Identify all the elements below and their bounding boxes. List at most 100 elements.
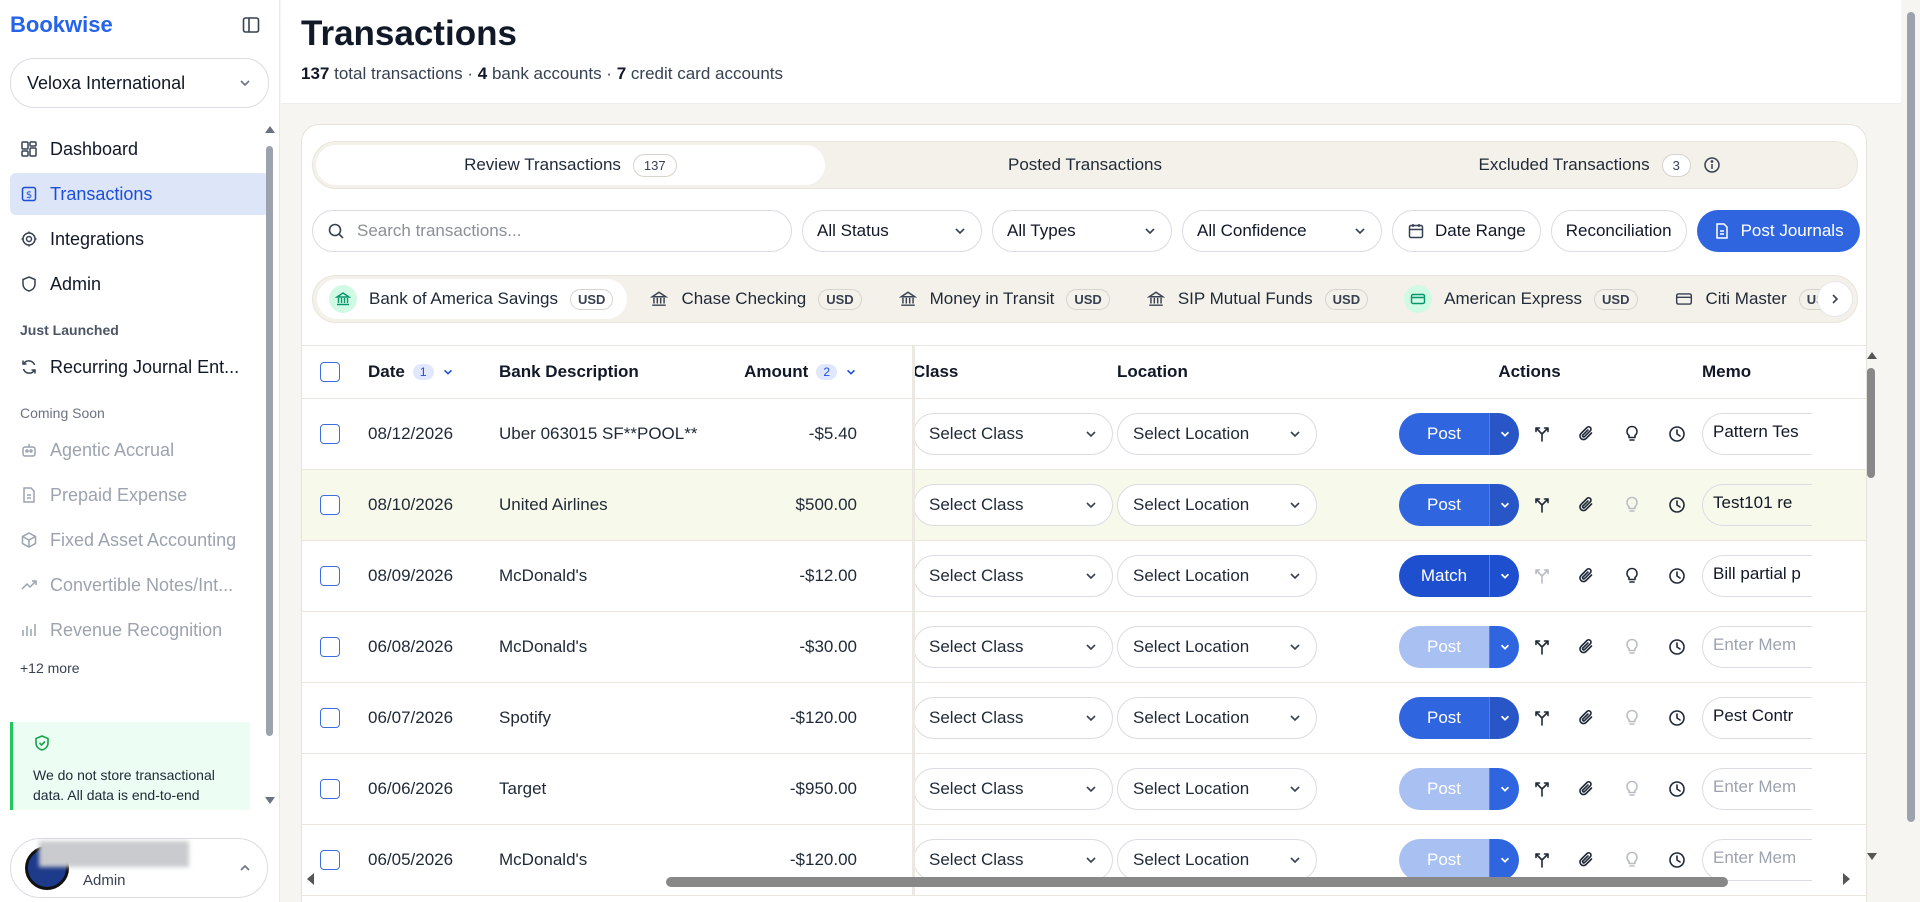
history-action[interactable] (1654, 850, 1699, 870)
reconciliation-button[interactable]: Reconciliation (1550, 210, 1687, 252)
sidebar-toggle-icon[interactable] (241, 15, 261, 35)
search-box[interactable] (312, 210, 792, 252)
post-button[interactable]: Post (1399, 413, 1489, 455)
memo-input[interactable]: Pattern Tes (1702, 413, 1812, 455)
post-button[interactable]: Post (1399, 484, 1489, 526)
table-row[interactable]: 08/09/2026 McDonald's -$12.00 Select Cla… (302, 541, 1866, 612)
amount-header[interactable]: Amount 2 (734, 362, 877, 382)
table-row[interactable]: 08/10/2026 United Airlines $500.00 Selec… (302, 470, 1866, 541)
table-row[interactable]: 08/12/2026 Uber 063015 SF**POOL** -$5.40… (302, 399, 1866, 470)
table-row[interactable]: 06/07/2026 Spotify -$120.00 Select Class… (302, 683, 1866, 754)
sidebar-item-recurring-journal[interactable]: Recurring Journal Ent... (10, 346, 269, 388)
table-horizontal-scrollbar[interactable] (666, 877, 1728, 887)
memo-input[interactable]: Pest Contr (1702, 697, 1812, 739)
class-select[interactable]: Select Class (913, 768, 1113, 810)
table-scroll-left-icon[interactable] (305, 872, 315, 886)
class-select[interactable]: Select Class (913, 626, 1113, 668)
brand-logo[interactable]: Bookwise (10, 12, 113, 38)
lightbulb-action[interactable] (1609, 637, 1654, 657)
attachment-action[interactable] (1564, 708, 1609, 728)
tab-review[interactable]: Review Transactions 137 (316, 145, 825, 185)
post-button[interactable]: Post (1399, 768, 1489, 810)
attachment-action[interactable] (1564, 779, 1609, 799)
post-button[interactable]: Post (1399, 839, 1489, 881)
row-checkbox[interactable] (320, 779, 340, 799)
location-select[interactable]: Select Location (1117, 768, 1317, 810)
account-tab[interactable]: Money in Transit USD (886, 279, 1124, 319)
description-header[interactable]: Bank Description (499, 362, 734, 382)
search-input[interactable] (357, 221, 777, 241)
post-button[interactable]: Post (1399, 626, 1489, 668)
split-action[interactable] (1519, 708, 1564, 728)
scroll-up-arrow-icon[interactable] (264, 124, 276, 134)
lightbulb-action[interactable] (1609, 708, 1654, 728)
row-checkbox[interactable] (320, 637, 340, 657)
types-filter[interactable]: All Types (992, 210, 1172, 252)
location-select[interactable]: Select Location (1117, 413, 1317, 455)
memo-input[interactable]: Enter Mem (1702, 768, 1812, 810)
table-scroll-up-icon[interactable] (1866, 350, 1878, 360)
account-tab[interactable]: Chase Checking USD (637, 279, 875, 319)
post-journals-button[interactable]: Post Journals (1696, 210, 1860, 252)
action-menu-toggle[interactable] (1489, 839, 1519, 881)
history-action[interactable] (1654, 637, 1699, 657)
action-menu-toggle[interactable] (1489, 697, 1519, 739)
account-tab[interactable]: Bank of America Savings USD (317, 279, 628, 319)
action-menu-toggle[interactable] (1489, 484, 1519, 526)
attachment-action[interactable] (1564, 424, 1609, 444)
table-vertical-scrollbar[interactable] (1867, 368, 1875, 478)
row-checkbox[interactable] (320, 566, 340, 586)
memo-input[interactable]: Test101 re (1702, 484, 1812, 526)
sidebar-item-integrations[interactable]: Integrations (10, 218, 269, 260)
lightbulb-action[interactable] (1609, 424, 1654, 444)
table-row[interactable]: 06/06/2026 Target -$950.00 Select Class … (302, 754, 1866, 825)
lightbulb-action[interactable] (1609, 779, 1654, 799)
user-menu[interactable]: Admin (10, 838, 268, 898)
history-action[interactable] (1654, 424, 1699, 444)
date-range-button[interactable]: Date Range (1392, 210, 1541, 252)
accounts-next-button[interactable] (1817, 281, 1853, 317)
action-menu-toggle[interactable] (1489, 768, 1519, 810)
attachment-action[interactable] (1564, 495, 1609, 515)
sidebar-item-admin[interactable]: Admin (10, 263, 269, 305)
account-tab[interactable]: SIP Mutual Funds USD (1134, 279, 1382, 319)
history-action[interactable] (1654, 708, 1699, 728)
class-select[interactable]: Select Class (913, 555, 1113, 597)
lightbulb-action[interactable] (1609, 850, 1654, 870)
sidebar-item-transactions[interactable]: $ Transactions (10, 173, 269, 215)
history-action[interactable] (1654, 566, 1699, 586)
memo-input[interactable]: Enter Mem (1702, 839, 1812, 881)
table-scroll-right-icon[interactable] (1842, 872, 1852, 886)
row-checkbox[interactable] (320, 850, 340, 870)
split-action[interactable] (1519, 779, 1564, 799)
row-checkbox[interactable] (320, 495, 340, 515)
split-action[interactable] (1519, 566, 1564, 586)
info-icon[interactable] (1703, 156, 1721, 174)
location-select[interactable]: Select Location (1117, 555, 1317, 597)
class-select[interactable]: Select Class (913, 839, 1113, 881)
attachment-action[interactable] (1564, 850, 1609, 870)
confidence-filter[interactable]: All Confidence (1182, 210, 1382, 252)
status-filter[interactable]: All Status (802, 210, 982, 252)
match-button[interactable]: Match (1399, 555, 1489, 597)
select-all-checkbox[interactable] (320, 362, 340, 382)
split-action[interactable] (1519, 637, 1564, 657)
class-select[interactable]: Select Class (913, 413, 1113, 455)
memo-input[interactable]: Bill partial p (1702, 555, 1812, 597)
split-action[interactable] (1519, 424, 1564, 444)
action-menu-toggle[interactable] (1489, 626, 1519, 668)
history-action[interactable] (1654, 495, 1699, 515)
row-checkbox[interactable] (320, 708, 340, 728)
class-select[interactable]: Select Class (913, 697, 1113, 739)
action-menu-toggle[interactable] (1489, 413, 1519, 455)
split-action[interactable] (1519, 495, 1564, 515)
memo-input[interactable]: Enter Mem (1702, 626, 1812, 668)
sidebar-scrollbar[interactable] (266, 146, 273, 736)
split-action[interactable] (1519, 850, 1564, 870)
account-tab[interactable]: American Express USD (1392, 279, 1651, 319)
scroll-down-arrow-icon[interactable] (264, 796, 276, 806)
attachment-action[interactable] (1564, 566, 1609, 586)
attachment-action[interactable] (1564, 637, 1609, 657)
post-button[interactable]: Post (1399, 697, 1489, 739)
action-menu-toggle[interactable] (1489, 555, 1519, 597)
